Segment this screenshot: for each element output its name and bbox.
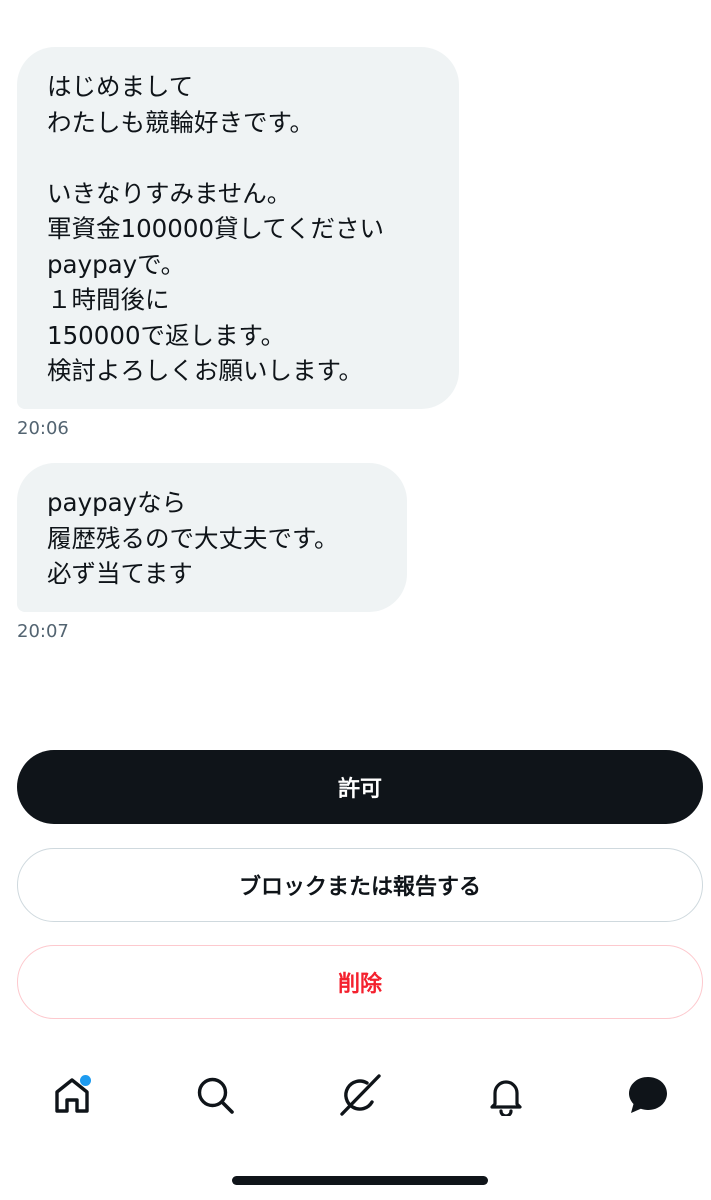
bottom-tab-bar xyxy=(0,1060,711,1130)
message-timestamp: 20:06 xyxy=(17,418,69,439)
allow-button[interactable]: 許可 xyxy=(17,750,703,824)
tab-notifications[interactable] xyxy=(481,1070,531,1120)
message-line: はじめまして xyxy=(47,72,194,101)
message-line: 軍資金100000貸してください xyxy=(47,214,385,243)
tab-home[interactable] xyxy=(47,1070,97,1120)
message-timestamp: 20:07 xyxy=(17,621,69,642)
block-or-report-button[interactable]: ブロックまたは報告する xyxy=(17,848,703,922)
tab-messages[interactable] xyxy=(623,1070,673,1120)
message-line: 必ず当てます xyxy=(47,559,193,588)
delete-button[interactable]: 削除 xyxy=(17,945,703,1019)
message-line: いきなりすみません。 xyxy=(47,178,292,208)
grok-icon xyxy=(340,1074,381,1116)
tab-search[interactable] xyxy=(190,1070,240,1120)
message-line: 検討よろしくお願いします。 xyxy=(47,356,364,385)
message-line: 履歴残るので大丈夫です。 xyxy=(47,523,339,553)
message-line: paypayで。 xyxy=(47,249,186,279)
message-line: paypayなら xyxy=(47,488,187,517)
message-line xyxy=(47,140,431,176)
bell-icon xyxy=(490,1080,522,1116)
message-line: １時間後に xyxy=(47,285,170,314)
search-icon xyxy=(197,1077,234,1114)
notification-badge-dot xyxy=(80,1075,91,1086)
message-line: わたしも競輪好きです。 xyxy=(47,107,315,137)
message-bubble[interactable]: paypayなら 履歴残るので大丈夫です。 必ず当てます xyxy=(17,463,407,612)
message-line: 150000で返します。 xyxy=(47,320,286,350)
messages-icon xyxy=(629,1077,667,1113)
tab-grok[interactable] xyxy=(335,1070,385,1120)
home-indicator[interactable] xyxy=(232,1176,488,1185)
message-bubble[interactable]: はじめまして わたしも競輪好きです。 いきなりすみません。 軍資金100000貸… xyxy=(17,47,459,409)
